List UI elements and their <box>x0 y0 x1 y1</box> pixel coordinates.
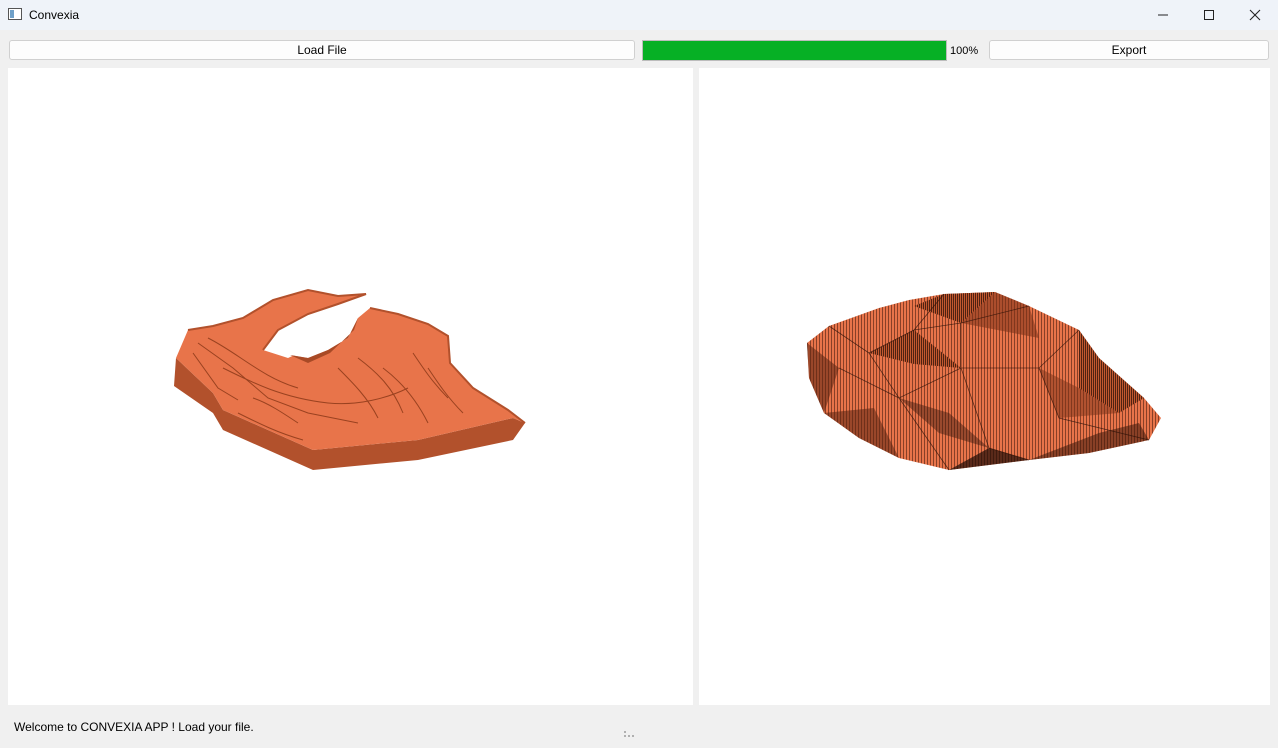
original-model-viewport[interactable] <box>8 68 693 705</box>
progress-fill <box>643 41 946 60</box>
window-title: Convexia <box>29 8 80 22</box>
status-message: Welcome to CONVEXIA APP ! Load your file… <box>14 720 254 734</box>
original-mesh-render <box>174 288 526 470</box>
close-icon <box>1249 9 1261 21</box>
resize-grip-icon[interactable] <box>624 731 634 741</box>
minimize-icon <box>1158 14 1168 16</box>
convex-hull-viewport[interactable] <box>699 68 1270 705</box>
maximize-icon <box>1204 10 1214 20</box>
title-bar[interactable]: Convexia <box>0 0 1278 30</box>
progress-percentage: 100% <box>950 45 979 57</box>
progress-bar <box>642 40 947 61</box>
load-file-button[interactable]: Load File <box>9 40 635 60</box>
maximize-button[interactable] <box>1186 0 1232 30</box>
convex-hull-render <box>807 292 1161 471</box>
close-button[interactable] <box>1232 0 1278 30</box>
minimize-button[interactable] <box>1140 0 1186 30</box>
window-app-icon <box>8 7 22 21</box>
export-button[interactable]: Export <box>989 40 1269 60</box>
